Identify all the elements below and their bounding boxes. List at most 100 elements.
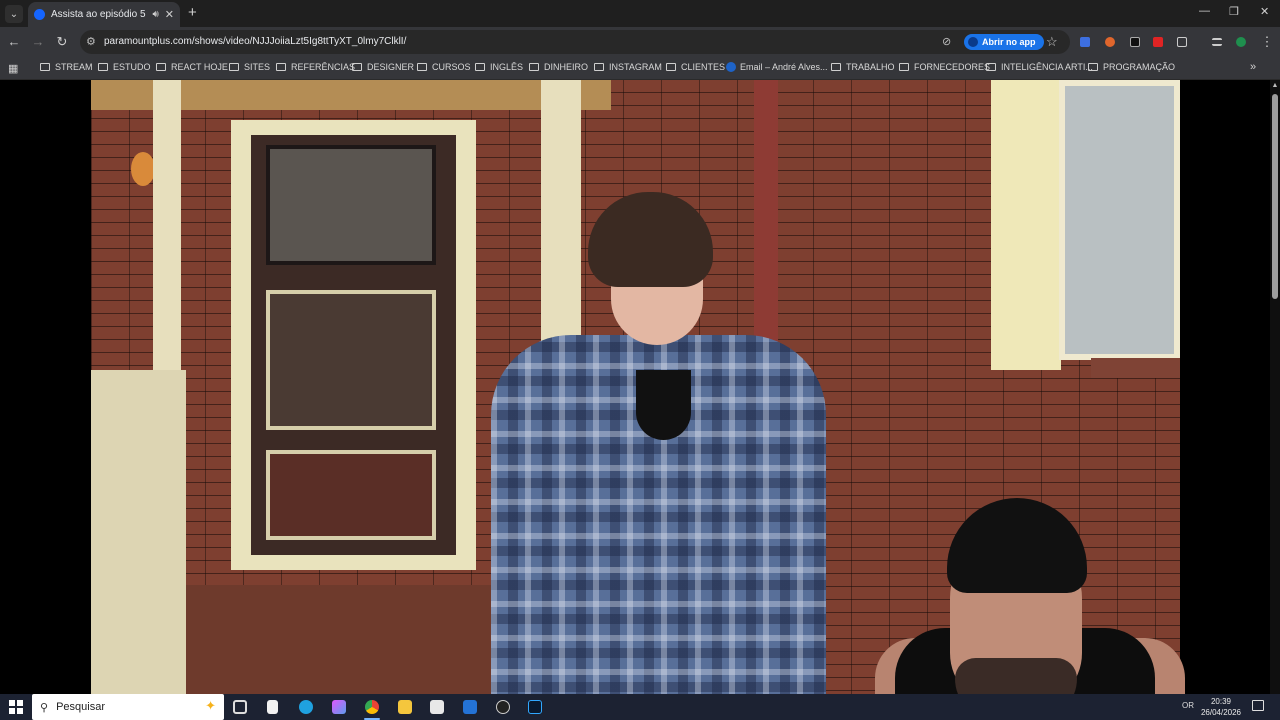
bookmark-label: DESIGNER <box>367 62 415 72</box>
folder-icon <box>229 63 239 71</box>
webcam-overlay <box>855 498 1185 720</box>
folder-icon <box>529 63 539 71</box>
task-view-icon[interactable] <box>233 700 247 714</box>
bookmark-item[interactable]: ESTUDO <box>98 62 151 72</box>
bookmarks-more-icon[interactable]: » <box>1250 61 1256 73</box>
toolbar: ← → ↻ ⚙ paramountplus.com/shows/video/NJ… <box>0 27 1280 57</box>
mail-icon <box>726 62 736 72</box>
bookmark-label: TRABALHO <box>846 62 895 72</box>
minimize-button[interactable]: — <box>1199 5 1210 17</box>
site-info-icon[interactable]: ⚙ <box>86 35 96 48</box>
folder-icon <box>40 63 50 71</box>
edge-icon[interactable] <box>299 700 313 714</box>
open-in-app-button[interactable]: Abrir no app <box>964 34 1044 50</box>
page-scrollbar[interactable]: ▲ <box>1270 80 1280 694</box>
youtube-extension-icon[interactable] <box>1153 37 1163 47</box>
close-window-button[interactable]: ✕ <box>1260 5 1269 18</box>
window-sill <box>1091 358 1180 378</box>
tab-title: Assista ao episódio 5 da te <box>51 9 146 20</box>
tracking-off-icon[interactable]: ⊘ <box>942 35 951 48</box>
bookmark-item[interactable]: FORNECEDORES <box>899 62 990 72</box>
folder-icon <box>98 63 108 71</box>
taskbar: ⚲ Pesquisar ✦ OR 20:39 26/04/2026 <box>0 694 1280 720</box>
bookmark-item[interactable]: PROGRAMAÇÃO <box>1088 62 1175 72</box>
folder-icon <box>594 63 604 71</box>
bookmark-label: CLIENTES <box>681 62 726 72</box>
bookmark-item[interactable]: CURSOS <box>417 62 471 72</box>
porch-railing <box>91 370 186 694</box>
forward-button[interactable]: → <box>29 33 47 51</box>
bookmark-item[interactable]: INSTAGRAM <box>594 62 662 72</box>
back-button[interactable]: ← <box>5 33 23 51</box>
bookmark-item[interactable]: REFERÊNCIAS <box>276 62 355 72</box>
window-shutter <box>991 80 1061 370</box>
extension-off-icon[interactable] <box>1130 37 1140 47</box>
folder-icon <box>475 63 485 71</box>
bookmark-item[interactable]: REACT HOJE <box>156 62 228 72</box>
house-window <box>1059 80 1180 360</box>
chrome-icon[interactable] <box>365 700 379 714</box>
clock-date: 26/04/2026 <box>1200 708 1242 717</box>
restore-button[interactable]: ❐ <box>1229 5 1239 18</box>
bookmark-item[interactable]: Email – André Alves... <box>726 62 828 72</box>
system-clock[interactable]: 20:39 26/04/2026 <box>1196 696 1246 718</box>
file-icon[interactable] <box>267 700 278 714</box>
windows-start-icon[interactable] <box>9 700 23 714</box>
copilot-icon[interactable] <box>332 700 346 714</box>
bookmark-item[interactable]: SITES <box>229 62 270 72</box>
porch-column <box>541 80 581 370</box>
bookmarks-bar: ▦ STREAM ESTUDO REACT HOJE SITES REFERÊNCIAS… <box>0 57 1280 80</box>
profile-avatar[interactable] <box>1236 37 1246 47</box>
menu-kebab-icon[interactable]: ⋮ <box>1258 33 1276 51</box>
extension-icon-2[interactable] <box>1105 37 1115 47</box>
tab-close-icon[interactable]: ✕ <box>165 8 174 21</box>
folder-icon <box>986 63 996 71</box>
bookmark-item[interactable]: DESIGNER <box>352 62 414 72</box>
bookmark-item[interactable]: STREAM <box>40 62 93 72</box>
reload-button[interactable]: ↻ <box>53 33 71 51</box>
bookmark-label: REACT HOJE <box>171 62 228 72</box>
folder-icon <box>666 63 676 71</box>
url-text[interactable]: paramountplus.com/shows/video/NJJJoiiaLz… <box>104 36 406 47</box>
extensions-puzzle-icon[interactable] <box>1177 37 1187 47</box>
bookmark-item[interactable]: CLIENTES <box>666 62 725 72</box>
extension-icon-1[interactable] <box>1080 37 1090 47</box>
scroll-thumb[interactable] <box>1272 94 1278 299</box>
bookmark-item[interactable]: INGLÊS <box>475 62 523 72</box>
input-language[interactable]: OR <box>1182 701 1194 710</box>
speaker-icon[interactable]: 🔊︎ <box>152 9 158 20</box>
bookmark-item[interactable]: INTELIGÊNCIA ARTI... <box>986 62 1093 72</box>
copilot-sparkle-icon: ✦ <box>205 698 216 713</box>
obs-icon[interactable] <box>496 700 510 714</box>
search-icon: ⚲ <box>40 701 49 714</box>
microsoft-store-icon[interactable] <box>430 700 444 714</box>
bookmark-label: DINHEIRO <box>544 62 589 72</box>
bookmark-item[interactable]: TRABALHO <box>831 62 895 72</box>
door-lower-panel <box>266 450 436 540</box>
tab-search-icon[interactable]: ⌄ <box>5 5 23 23</box>
bookmark-star-icon[interactable]: ☆ <box>1046 34 1058 50</box>
notification-icon[interactable] <box>1252 700 1264 711</box>
new-tab-button[interactable]: + <box>188 4 197 21</box>
address-bar[interactable]: ⚙ paramountplus.com/shows/video/NJJJoiia… <box>80 30 1070 54</box>
scroll-up-icon[interactable]: ▲ <box>1271 82 1279 89</box>
folder-icon <box>417 63 427 71</box>
paramount-favicon-icon <box>34 9 45 20</box>
person-tshirt <box>636 370 691 440</box>
file-explorer-icon[interactable] <box>398 700 412 714</box>
taskbar-search[interactable]: ⚲ Pesquisar ✦ <box>32 694 224 720</box>
bookmark-label: CURSOS <box>432 62 471 72</box>
media-control-icon[interactable] <box>1212 38 1222 46</box>
outlook-icon[interactable] <box>463 700 477 714</box>
photoshop-icon[interactable] <box>528 700 542 714</box>
folder-icon <box>156 63 166 71</box>
porch-lamp <box>131 152 155 186</box>
open-in-app-label: Abrir no app <box>982 37 1036 47</box>
bookmark-item[interactable]: DINHEIRO <box>529 62 588 72</box>
door-glass-panel <box>266 290 436 430</box>
apps-grid-icon[interactable]: ▦ <box>8 62 18 75</box>
folder-icon <box>899 63 909 71</box>
bookmark-label: ESTUDO <box>113 62 151 72</box>
tab-active[interactable]: Assista ao episódio 5 da te 🔊︎ ✕ <box>28 2 180 27</box>
door-window <box>266 145 436 265</box>
